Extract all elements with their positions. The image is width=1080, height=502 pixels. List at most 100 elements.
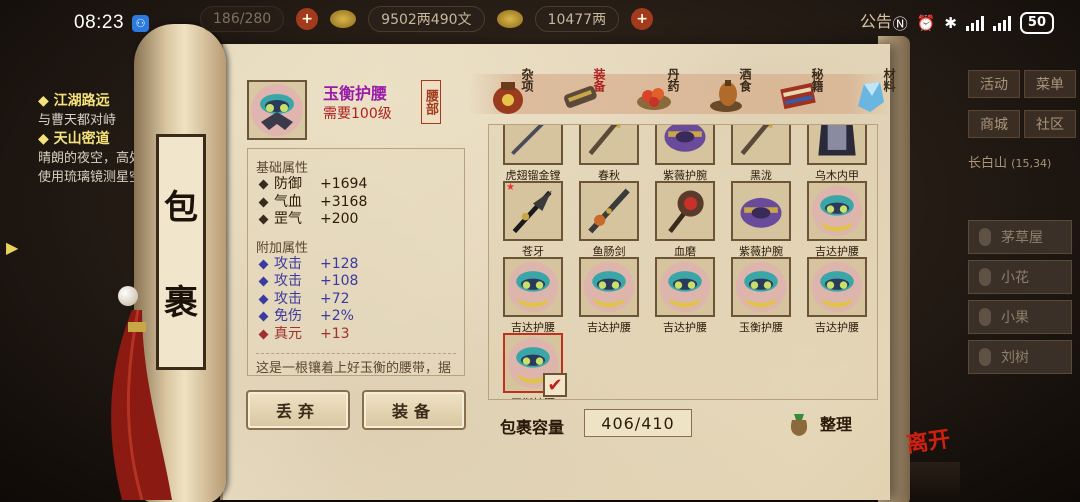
shop-button[interactable]: 商城 [968,110,1020,138]
extra-attr-row: 攻击 +108 [256,273,456,291]
belt-icon [655,257,715,317]
activity-button[interactable]: 活动 [968,70,1020,98]
battery-indicator: 50 [1019,12,1054,34]
bead-icon [118,286,138,306]
inventory-slot[interactable]: 吉达护腰 [503,257,563,334]
inventory-slot[interactable]: 黑泷 [731,125,791,182]
inventory-slot[interactable]: 吉达护腰 [807,181,867,258]
inventory-slot[interactable]: 虎翅镏金镗 [503,125,563,182]
item-description: 这是一根镶着上好玉衡的腰带，据说能滋养人的体魄与精神 [256,353,456,375]
npc-item[interactable]: 小果 [968,300,1072,334]
item-requirement: 需要100级 [323,106,392,122]
inventory-slot[interactable]: 吉达护腰 [655,257,715,334]
base-attr-heading: 基础属性 [256,161,309,176]
tab-misc[interactable]: 杂项 [478,66,538,122]
npc-item[interactable]: 刘树 [968,340,1072,374]
scroll-title-char: 包 [164,188,198,228]
capacity-label: 包裹容量 [500,418,565,437]
inventory-item-name: 吉达护腰 [663,321,707,334]
sort-label: 整理 [820,415,853,434]
belt-icon [579,257,639,317]
quest-tracker[interactable]: ◆ 江湖路远 与曹天都对峙 ◆ 天山密道 晴朗的夜空，高处使用琉璃镜测星空 [0,92,150,187]
inventory-item-name: 玉衡护腰 [739,321,783,334]
armor-icon [807,125,867,165]
belt-icon [807,181,867,241]
spear-icon [503,125,563,165]
signal-icon-2 [992,15,1011,31]
item-slot-tag: 腰部 [421,80,441,124]
belt-icon [807,257,867,317]
tab-label: 材料 [882,68,896,92]
extra-attr-row: 攻击 +128 [256,256,456,274]
blade-icon [579,125,639,165]
tab-materials[interactable]: 材料 [840,66,900,122]
npc-icon [979,308,991,326]
status-icons: Ⓝ ⏰ ✱ 50 [893,12,1054,34]
extra-attr-row: 真元 +13 [256,326,456,344]
inventory-slot[interactable]: 乌木内甲 [807,125,867,182]
extra-attr-row: 免伤 +2% [256,308,456,326]
menu-button[interactable]: 菜单 [1024,70,1076,98]
npc-icon [979,228,991,246]
app-notification-icon: ⚇ [132,14,150,32]
inventory-slot[interactable]: 血磨 [655,181,715,258]
bluetooth-icon: ✱ [944,14,957,32]
star-icon: ★ [506,182,515,193]
signal-icon [965,15,984,31]
selected-item-icon [247,80,307,140]
blade-icon [731,125,791,165]
npc-item[interactable]: 小花 [968,260,1072,294]
capacity-value: 406/410 [584,409,692,437]
tab-books[interactable]: 秘籍 [768,66,828,122]
base-attr-row: 气血 +3168 [256,194,456,212]
nfc-icon: Ⓝ [892,14,908,33]
base-attr-row: 罡气 +200 [256,211,456,229]
location-label: 长白山 (15,34) [968,156,1052,171]
tab-equipment[interactable]: 装备 [550,66,610,122]
money-bag-icon [790,414,808,436]
check-icon: ✔ [543,373,567,397]
inventory-slot[interactable]: 紫薇护腕 [731,181,791,258]
tab-label: 装备 [592,68,606,92]
base-attr-row: 防御 +1694 [256,176,456,194]
alarm-icon: ⏰ [916,14,936,32]
extra-attr-row: 攻击 +72 [256,291,456,309]
extra-attr-heading: 附加属性 [256,240,309,256]
belt-icon [731,257,791,317]
bracer-icon [731,181,791,241]
inventory-slot[interactable]: 吉达护腰 [579,257,639,334]
tab-label: 酒食 [738,68,752,92]
spiked-mace-icon [655,181,715,241]
inventory-item-name: 吉达护腰 [587,321,631,334]
inventory-slot[interactable]: 吉达护腰 [807,257,867,334]
discard-button[interactable]: 丢弃 [246,390,350,430]
inventory-slot[interactable]: 鱼肠剑 [579,181,639,258]
expand-arrow-icon[interactable]: ▶ [6,238,18,257]
equip-button[interactable]: 装备 [362,390,466,430]
tassel-icon [111,309,172,500]
item-attributes-panel[interactable]: 基础属性 防御 +1694 气血 +3168 罡气 +200 附加属性 攻击 +128 … [247,148,465,376]
tab-label: 丹药 [666,68,680,92]
inventory-slot[interactable]: 紫薇护腕 [655,125,715,182]
npc-icon [979,348,991,366]
npc-item[interactable]: 茅草屋 [968,220,1072,254]
tab-pills[interactable]: 丹药 [624,66,684,122]
inventory-slot[interactable]: 玉衡护腰✔ [503,333,567,399]
inventory-slot[interactable]: 玉衡护腰 [731,257,791,334]
item-name: 玉衡护腰 [323,84,388,103]
npc-icon [979,268,991,286]
inventory-slot[interactable]: ★ 苍牙 [503,181,563,258]
status-bar: 08:23 ⚇ Ⓝ ⏰ ✱ 50 [0,0,1080,46]
inventory-grid[interactable]: 虎翅镏金镗 春秋 紫薇护腕 黑泷 乌木内甲 ★ 苍牙 鱼肠剑 血磨 紫薇护腕 吉达护腰 吉达护腰 吉达护… [488,124,878,400]
belt-icon [503,257,563,317]
sword-icon [579,181,639,241]
sort-button[interactable]: 整理 [784,406,852,440]
status-time: 08:23 [74,12,125,33]
inventory-slot[interactable]: 春秋 [579,125,639,182]
inventory-item-name: 吉达护腰 [815,321,859,334]
tab-label: 秘籍 [810,68,824,92]
tab-label: 杂项 [520,68,534,92]
leave-button[interactable]: 离开 [904,421,952,459]
community-button[interactable]: 社区 [1024,110,1076,138]
tab-food[interactable]: 酒食 [696,66,756,122]
